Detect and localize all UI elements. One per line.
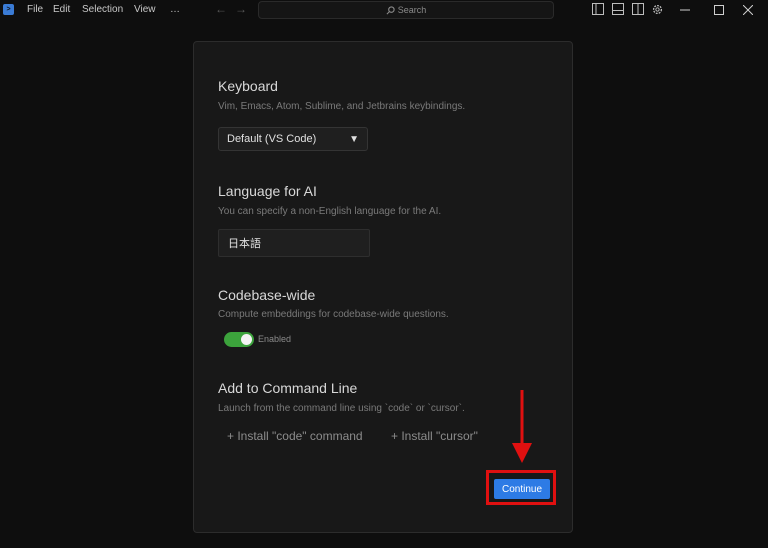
menu-file[interactable]: File [27,4,43,15]
language-description: You can specify a non-English language f… [218,206,442,217]
annotation-down-arrow-icon [512,390,532,463]
menu-view[interactable]: View [134,4,156,15]
toggle-primary-sidebar-icon[interactable] [592,3,604,15]
close-icon [743,5,753,15]
command-line-description: Launch from the command line using `code… [218,403,465,414]
close-button[interactable] [728,0,768,20]
minimize-icon [680,9,690,11]
dropdown-arrow-icon: ▼ [349,133,359,145]
search-input[interactable]: Search [258,1,554,19]
menu-edit[interactable]: Edit [53,4,70,15]
app-logo-icon: > [3,4,14,15]
keybinding-selected-value: Default (VS Code) [227,133,317,145]
menu-selection[interactable]: Selection [82,4,123,15]
search-placeholder: Search [397,5,427,15]
toggle-status-label: Enabled [258,334,292,344]
maximize-icon [714,5,724,15]
back-arrow-icon[interactable]: ← [215,2,227,16]
annotation-highlight-box [486,470,556,505]
keyboard-title: Keyboard [218,78,278,94]
forward-arrow-icon[interactable]: → [235,2,247,16]
ai-language-input[interactable]: 日本語 [218,229,370,257]
gear-icon[interactable] [651,3,664,16]
codebase-description: Compute embeddings for codebase-wide que… [218,309,449,320]
install-code-command-button[interactable]: + Install "code" command [227,429,363,443]
language-title: Language for AI [218,183,317,199]
toggle-knob [241,334,252,345]
codebase-title: Codebase-wide [218,287,316,303]
menu-more-icon[interactable]: … [170,4,180,15]
command-line-title: Add to Command Line [218,380,358,396]
ai-language-value: 日本語 [228,238,261,250]
install-cursor-command-button[interactable]: + Install "cursor" [391,429,478,443]
keyboard-description: Vim, Emacs, Atom, Sublime, and Jetbrains… [218,101,466,112]
title-bar: > File Edit Selection View … ← → Search [0,0,768,20]
toggle-secondary-sidebar-icon[interactable] [632,3,644,15]
codebase-embeddings-toggle[interactable] [224,332,254,347]
keybinding-select[interactable]: Default (VS Code) ▼ [218,127,368,151]
search-icon [386,5,395,14]
toggle-panel-icon[interactable] [612,3,624,15]
